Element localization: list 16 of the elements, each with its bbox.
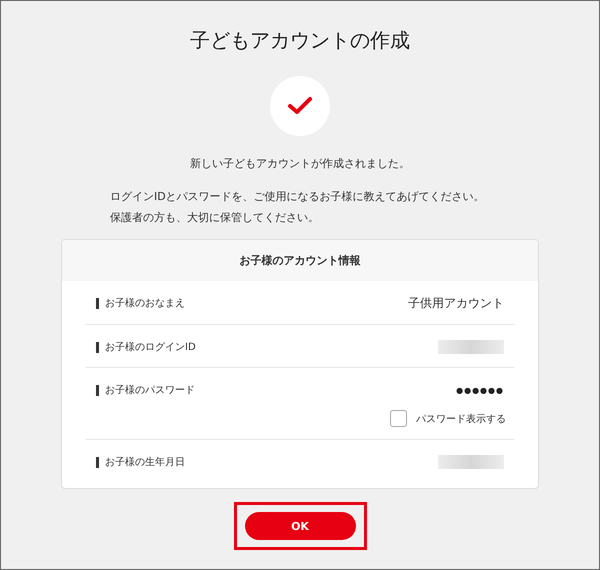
success-message: 新しい子どもアカウントが作成されました。	[190, 156, 410, 171]
field-label: お子様のログインID	[96, 342, 196, 352]
instruction-text: ログインIDとパスワードを、ご使用になるお子様に教えてあげてください。	[110, 189, 486, 204]
instruction-text: 保護者の方も、大切に保管してください。	[110, 210, 320, 225]
redacted-value	[438, 340, 504, 354]
show-password-label: パスワード表示する	[416, 412, 506, 426]
password-value: ●●●●●●	[456, 386, 504, 394]
field-value: 子供用アカウント	[408, 295, 504, 312]
redacted-value	[438, 455, 504, 469]
field-label: お子様のおなまえ	[96, 298, 185, 309]
ok-button[interactable]: OK	[244, 512, 356, 540]
show-password-checkbox[interactable]	[390, 410, 407, 427]
field-label: お子様の生年月日	[96, 456, 185, 468]
card-title: お子様のアカウント情報	[240, 253, 360, 268]
field-label: お子様のパスワード	[96, 384, 195, 396]
page-title: 子どもアカウントの作成	[190, 27, 410, 54]
